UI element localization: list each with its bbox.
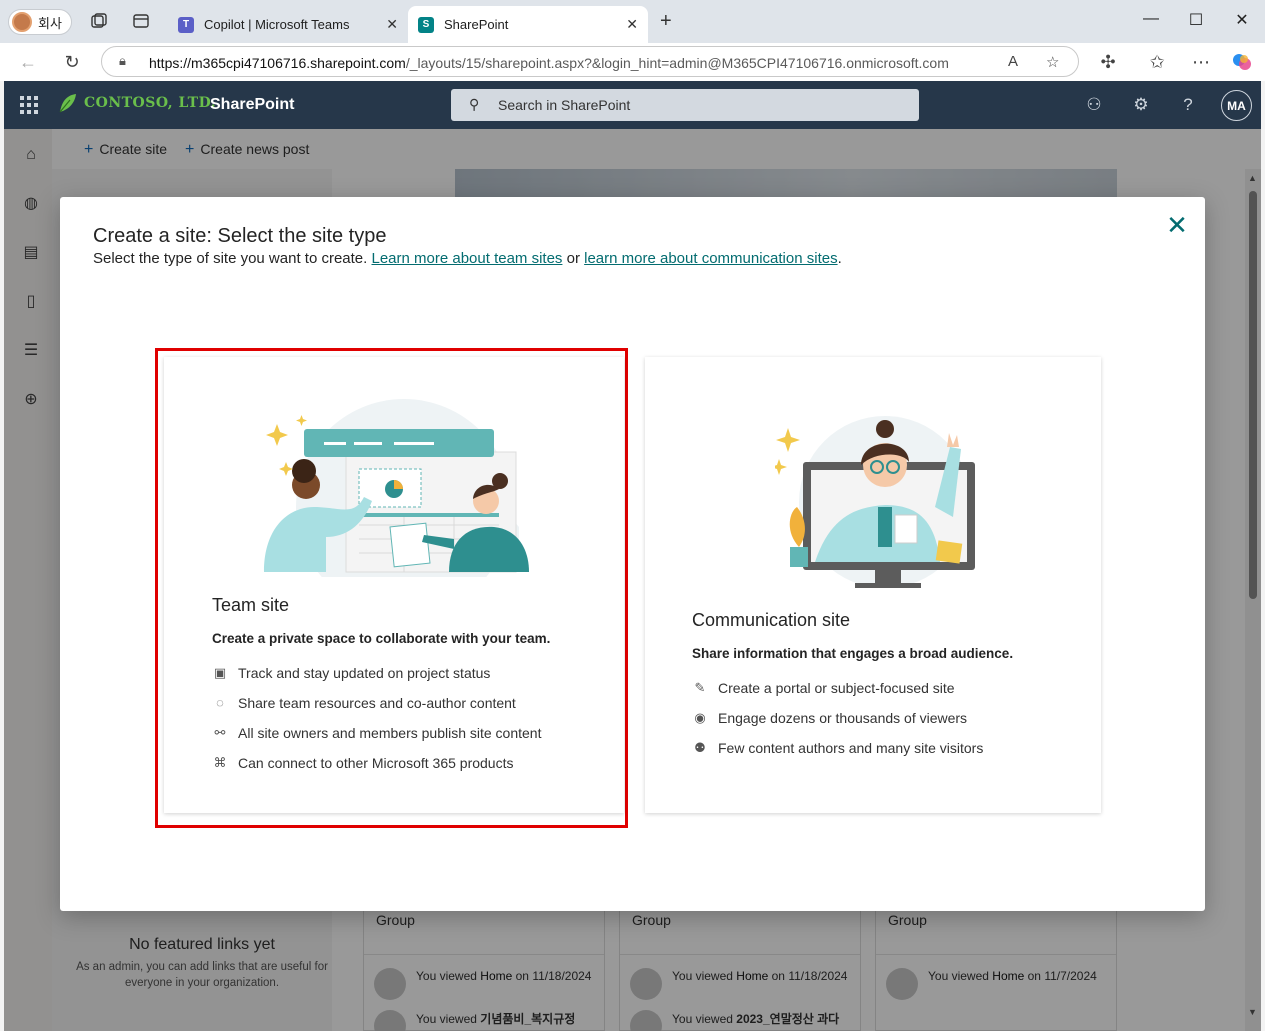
list-item: ⌘ Can connect to other Microsoft 365 prod… — [213, 755, 514, 771]
read-aloud-icon[interactable]: A — [1008, 53, 1018, 70]
list-item: ◉ Engage dozens or thousands of viewers — [692, 703, 983, 733]
refresh-icon[interactable]: ↻ — [61, 52, 83, 72]
window-close-icon[interactable]: ✕ — [1232, 10, 1252, 30]
broadcast-icon: ◉ — [694, 710, 706, 725]
app-launcher-icon[interactable] — [20, 96, 38, 114]
teams-icon: T — [178, 16, 194, 33]
help-icon[interactable]: ? — [1178, 95, 1198, 115]
profile-button[interactable]: 회사 — [8, 9, 72, 35]
close-icon[interactable]: ✕ — [626, 16, 638, 33]
learn-team-sites-link[interactable]: Learn more about team sites — [372, 250, 563, 267]
list-item: ▣ Track and stay updated on project statu… — [213, 665, 491, 681]
minimize-icon[interactable]: — — [1141, 10, 1161, 28]
search-input[interactable]: ⚲ Search in SharePoint — [451, 89, 919, 121]
feedback-icon[interactable]: ⚇ — [1084, 95, 1104, 115]
communication-site-option[interactable]: Communication site Share information tha… — [645, 357, 1101, 813]
more-icon[interactable]: ⋯ — [1190, 52, 1212, 72]
tab-title: SharePoint — [444, 17, 509, 32]
tab-sharepoint[interactable]: S SharePoint ✕ — [408, 6, 648, 43]
org-name: CONTOSO, LTD. — [84, 95, 217, 111]
list-item: ◌ Share team resources and co-author cont… — [212, 688, 541, 718]
favorite-star-icon[interactable]: ☆ — [1046, 53, 1059, 71]
communication-site-description: Share information that engages a broad a… — [692, 646, 1014, 661]
browser-tab-bar: 회사 T Copilot | Microsoft Teams ✕ S Share… — [0, 0, 1265, 43]
create-site-dialog: Create a site: Select the site type Sele… — [60, 197, 1205, 911]
url-text: https://m365cpi47106716.sharepoint.com/_… — [149, 55, 949, 71]
org-logo[interactable]: CONTOSO, LTD. — [58, 92, 216, 114]
edit-page-icon: ✎ — [694, 680, 706, 695]
tab-title: Copilot | Microsoft Teams — [204, 17, 350, 32]
tab-actions-icon[interactable] — [132, 12, 150, 30]
suite-header: CONTOSO, LTD. SharePoint ⚲ Search in Sha… — [4, 81, 1261, 129]
team-site-title: Team site — [212, 595, 290, 615]
team-site-option[interactable]: Team site Create a private space to coll… — [164, 357, 624, 813]
search-placeholder: Search in SharePoint — [498, 97, 631, 113]
leaf-icon — [59, 94, 76, 113]
app-name[interactable]: SharePoint — [210, 96, 294, 114]
communication-site-title: Communication site — [692, 610, 851, 630]
list-item: ⚯ All site owners and members publish sit… — [212, 718, 542, 748]
url-input[interactable]: 🔒︎ https://m365cpi47106716.sharepoint.co… — [101, 46, 1079, 77]
list-item: ⚉ Few content authors and many site visit… — [692, 733, 983, 763]
team-site-illustration — [264, 399, 529, 577]
sharepoint-icon: S — [418, 16, 434, 33]
communication-site-illustration — [775, 416, 975, 588]
back-icon[interactable]: ← — [17, 52, 39, 72]
learn-communication-sites-link[interactable]: learn more about communication sites — [584, 250, 837, 267]
workspaces-icon[interactable] — [90, 12, 108, 30]
connector-icon: ⌘ — [213, 755, 227, 770]
new-tab-icon[interactable]: + — [660, 11, 672, 31]
team-site-description: Create a private space to collaborate wi… — [212, 631, 551, 646]
search-icon: ⚲ — [469, 96, 480, 112]
address-bar: ← ↻ 🔒︎ https://m365cpi47106716.sharepoin… — [0, 43, 1265, 81]
copilot-icon[interactable] — [1231, 52, 1253, 76]
communication-site-features: ✎ Create a portal or subject-focused site… — [692, 673, 983, 763]
team-site-features: ▣ Track and stay updated on project statu… — [212, 658, 542, 778]
people-network-icon: ⚯ — [214, 725, 226, 740]
maximize-icon[interactable]: ☐ — [1186, 10, 1206, 30]
dialog-title: Create a site: Select the site type — [93, 225, 387, 247]
people-icon: ⚉ — [694, 740, 706, 755]
clipboard-icon: ▣ — [213, 665, 227, 680]
profile-avatar — [12, 12, 32, 32]
tab-teams[interactable]: T Copilot | Microsoft Teams ✕ — [168, 6, 408, 43]
profile-label: 회사 — [38, 15, 62, 31]
list-item: ✎ Create a portal or subject-focused site — [692, 673, 983, 703]
favorites-icon[interactable]: ✩ — [1146, 52, 1168, 72]
close-icon[interactable]: ✕ — [386, 16, 398, 33]
lock-icon[interactable]: 🔒︎ — [119, 53, 126, 69]
dialog-subtitle: Select the type of site you want to crea… — [93, 250, 842, 267]
extensions-icon[interactable]: ✣ — [1097, 52, 1119, 72]
sync-circle-icon: ◌ — [216, 695, 224, 710]
close-icon[interactable]: ✕ — [1165, 212, 1189, 238]
settings-gear-icon[interactable]: ⚙ — [1131, 95, 1151, 115]
avatar[interactable]: MA — [1221, 90, 1252, 121]
